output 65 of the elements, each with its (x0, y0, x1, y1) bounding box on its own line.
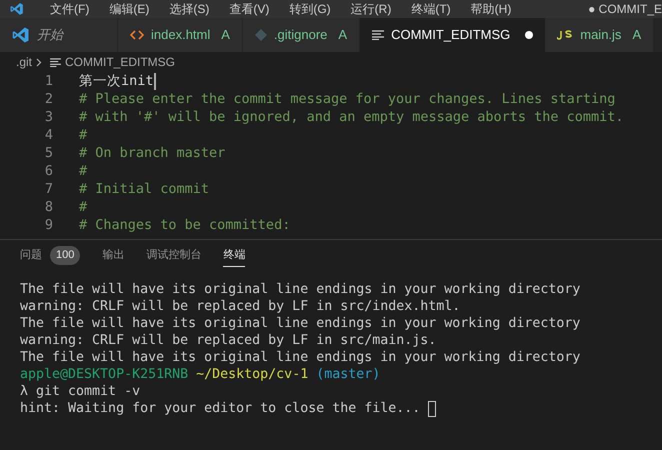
line-number: 8 (44, 198, 53, 217)
editor-tab[interactable]: COMMIT_EDITMSG (360, 18, 546, 52)
prompt-path: ~/Desktop/cv-1 (196, 366, 308, 384)
chevron-icon (36, 58, 42, 66)
terminal-line: warning: CRLF will be replaced by LF in src/index.html. (20, 298, 460, 316)
editor-tab[interactable]: 开始 (0, 18, 118, 52)
line-number: 6 (44, 162, 53, 181)
editor-tab[interactable]: .gitignore A (242, 18, 360, 52)
panel-tab[interactable]: 调试控制台 (146, 244, 202, 266)
terminal-line: λ git commit -v (20, 382, 140, 401)
code-line: # with '#' will be ignored, and an empty message aborts the commit. (79, 108, 624, 127)
line-number: 2 (44, 90, 53, 109)
menu-item[interactable]: 转到(G) (289, 0, 331, 18)
code-line: # Changes to be committed: (79, 216, 290, 235)
menu-item[interactable]: 运行(R) (350, 0, 392, 18)
menu-item[interactable]: 文件(F) (50, 0, 90, 18)
code-line: 第一次init (79, 72, 154, 91)
menu-item[interactable]: 选择(S) (169, 0, 210, 18)
tab-label: index.html (151, 26, 210, 44)
terminal-line: The file will have its original line endings in your working directory (20, 314, 580, 333)
git-status-label: A (338, 26, 348, 44)
js-icon (557, 30, 574, 40)
code-line: # (79, 126, 88, 145)
panel-tab[interactable]: 输出 (102, 244, 124, 266)
tab-label: .gitignore (274, 26, 328, 44)
panel-tab[interactable]: 终端 (223, 244, 246, 266)
diamond-icon (254, 29, 267, 41)
line-number: 3 (44, 108, 53, 127)
line-number: 9 (44, 216, 53, 235)
menu-item[interactable]: 终端(T) (411, 0, 451, 18)
line-number: 4 (44, 126, 53, 145)
terminal-line: warning: CRLF will be replaced by LF in src/main.js. (20, 332, 436, 350)
lines-icon (372, 30, 384, 40)
breadcrumb-item[interactable]: .git (16, 53, 32, 71)
git-status-label: A (221, 26, 230, 44)
editor-tab[interactable]: main.js A (545, 18, 654, 52)
line-number: 7 (44, 180, 53, 199)
vscode-logo-icon (10, 2, 24, 16)
vscode-logo-icon (12, 26, 30, 44)
tab-label: COMMIT_EDITMSG (391, 26, 510, 44)
window-title: ● COMMIT_E (588, 1, 662, 18)
tab-label: 开始 (37, 26, 63, 44)
lines-icon (50, 58, 62, 66)
count-badge: 100 (50, 246, 80, 265)
menu-item[interactable]: 查看(V) (229, 0, 270, 18)
panel-tab[interactable]: 问题 100 (20, 244, 80, 266)
line-number: 1 (44, 72, 53, 91)
breadcrumb-item[interactable]: COMMIT_EDITMSG (65, 53, 176, 71)
terminal-line: The file will have its original line endings in your working directory (20, 348, 580, 367)
code-line: # (79, 198, 88, 217)
line-number: 5 (44, 144, 53, 163)
prompt-branch: (master) (316, 366, 380, 384)
code-line: # Please enter the commit message for your changes. Lines starting (79, 90, 616, 109)
code-line: # (79, 162, 88, 181)
code-line: # On branch master (79, 144, 226, 163)
git-status-label: A (632, 26, 642, 44)
code-brackets-icon (130, 30, 144, 40)
menu-item[interactable]: 帮助(H) (470, 0, 512, 18)
menu-item[interactable]: 编辑(E) (109, 0, 150, 18)
code-line: # Initial commit (79, 180, 210, 199)
editor-tab[interactable]: index.html A (118, 18, 243, 52)
terminal-line: The file will have its original line endings in your working directory (20, 280, 580, 299)
prompt-user: apple@DESKTOP-K251RNB (20, 366, 188, 384)
terminal-line: hint: Waiting for your editor to close the file... (20, 400, 420, 418)
tab-label: main.js (580, 26, 622, 44)
